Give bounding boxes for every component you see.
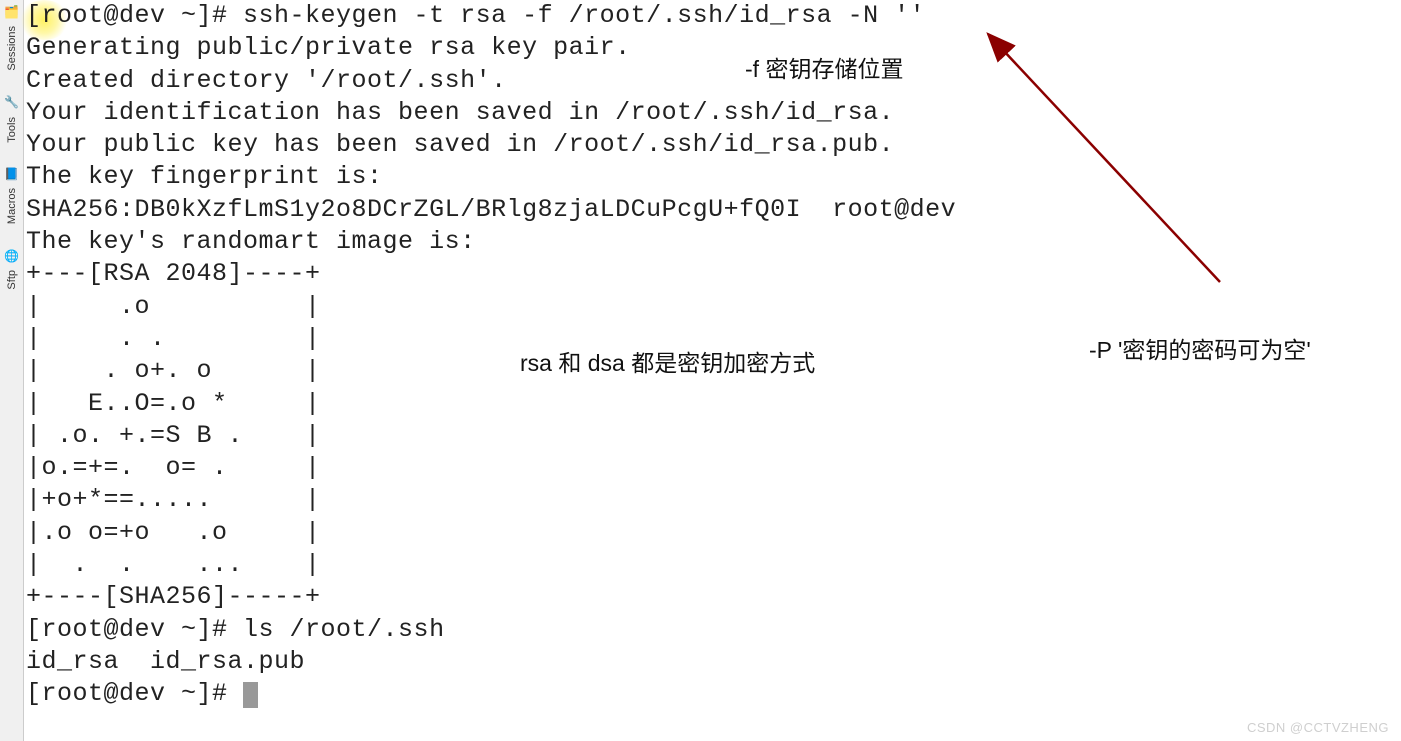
- sidebar-label: Macros: [6, 188, 18, 224]
- macros-icon: 📘: [4, 166, 20, 182]
- terminal-line: [root@dev ~]# ls /root/.ssh: [26, 615, 445, 644]
- terminal-line: |.o o=+o .o |: [26, 518, 321, 547]
- sidebar-label: Sftp: [6, 270, 18, 290]
- sidebar-label: Sessions: [6, 26, 18, 71]
- terminal-line: +---[RSA 2048]----+: [26, 259, 321, 288]
- terminal-line: | .o |: [26, 292, 321, 321]
- terminal-line: |o.=+=. o= . |: [26, 453, 321, 482]
- tools-icon: 🔧: [4, 95, 20, 111]
- terminal-cursor: [243, 682, 258, 708]
- sftp-icon: 🌐: [4, 248, 20, 264]
- terminal-line: Created directory '/root/.ssh'.: [26, 66, 507, 95]
- annotation-f-option: -f 密钥存储位置: [745, 50, 903, 84]
- annotation-p-option: -P '密钥的密码可为空': [1089, 331, 1311, 365]
- terminal-line: The key's randomart image is:: [26, 227, 476, 256]
- terminal-line: The key fingerprint is:: [26, 162, 383, 191]
- side-toolbar: 🗂️ Sessions 🔧 Tools 📘 Macros 🌐 Sftp: [0, 0, 24, 741]
- watermark-text: CSDN @CCTVZHENG: [1247, 720, 1389, 735]
- sidebar-group-macros[interactable]: 📘 Macros: [4, 166, 20, 224]
- terminal-line: | E..O=.o * |: [26, 389, 321, 418]
- sidebar-group-tools[interactable]: 🔧 Tools: [4, 95, 20, 143]
- sidebar-label: Tools: [6, 117, 18, 143]
- terminal-line: SHA256:DB0kXzfLmS1y2o8DCrZGL/BRlg8zjaLDC…: [26, 195, 956, 224]
- sidebar-group-sftp[interactable]: 🌐 Sftp: [4, 248, 20, 290]
- terminal-line: | .o. +.=S B . |: [26, 421, 321, 450]
- terminal-line: | . . ... |: [26, 550, 321, 579]
- terminal-line: [root@dev ~]#: [26, 679, 243, 708]
- terminal-line: Your public key has been saved in /root/…: [26, 130, 894, 159]
- terminal-line: id_rsa id_rsa.pub: [26, 647, 305, 676]
- terminal-line: [root@dev ~]# ssh-keygen -t rsa -f /root…: [26, 1, 925, 30]
- terminal-line: Your identification has been saved in /r…: [26, 98, 894, 127]
- terminal-line: | . o+. o |: [26, 356, 321, 385]
- terminal-line: | . . |: [26, 324, 321, 353]
- annotation-rsa-dsa: rsa 和 dsa 都是密钥加密方式: [520, 344, 815, 378]
- terminal-line: |+o+*==..... |: [26, 485, 321, 514]
- sidebar-group-sessions[interactable]: 🗂️ Sessions: [4, 4, 20, 71]
- terminal-line: +----[SHA256]-----+: [26, 582, 321, 611]
- terminal-line: Generating public/private rsa key pair.: [26, 33, 631, 62]
